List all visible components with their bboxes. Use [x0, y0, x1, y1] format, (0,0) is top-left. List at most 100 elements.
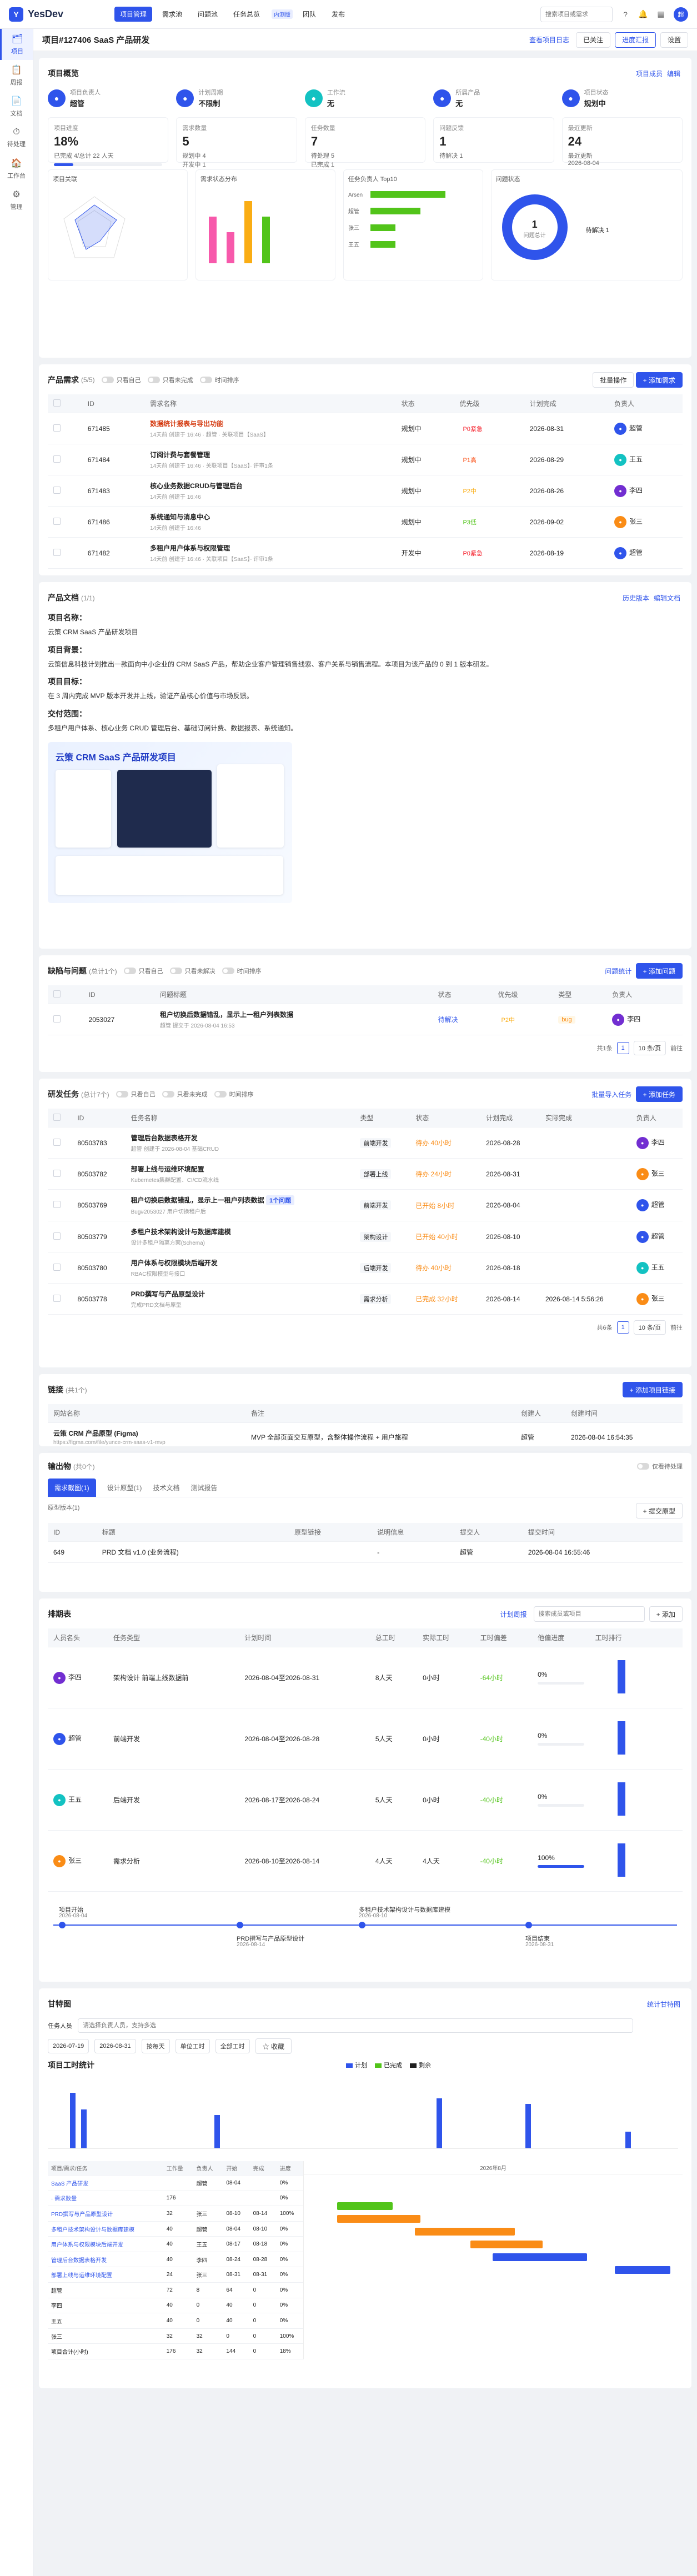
task-name-link[interactable]: 租户切换后数据错乱，显示上一租户列表数据 1个问题	[131, 1195, 349, 1205]
top-nav-item[interactable]: 问题池	[192, 7, 223, 22]
row-owner[interactable]: 张三	[629, 518, 643, 525]
sch-name[interactable]: 王五	[68, 1796, 82, 1803]
table-row[interactable]: 80503783 管理后台数据表格开发 超管 创建于 2026-08-04 基础CR…	[48, 1127, 683, 1159]
table-row[interactable]: 671486 系统通知与消息中心 14天前 创建于 16:46 规划中 P3低 2026-…	[48, 506, 683, 538]
priority-tag[interactable]: P2中	[498, 1015, 518, 1025]
deliver-tab[interactable]: 技术文档	[153, 1479, 179, 1497]
top-nav-item[interactable]: 团队	[297, 7, 322, 22]
progress-button[interactable]: 进度汇报	[614, 32, 656, 48]
row-checkbox[interactable]	[53, 517, 61, 525]
project-log-button[interactable]: 查看项目日志	[526, 32, 571, 48]
row-status[interactable]: 待解决	[432, 1004, 493, 1035]
milestone-node[interactable]	[525, 1922, 532, 1928]
filter-toggle[interactable]: 只看未解决	[169, 966, 215, 975]
row-status[interactable]: 规划中	[395, 413, 454, 444]
requirement-name-link[interactable]: 系统通知与消息中心	[150, 512, 390, 522]
gantt-stats-button[interactable]: 统计甘特图	[644, 1996, 683, 2012]
issue-stats-button[interactable]: 问题统计	[603, 963, 634, 979]
top-nav-item[interactable]: 发布	[326, 7, 350, 22]
row-status[interactable]: 开发中	[395, 537, 454, 569]
row-owner[interactable]: 王五	[651, 1264, 665, 1271]
row-checkbox[interactable]	[53, 424, 61, 432]
filter-toggle[interactable]: 只看未完成	[162, 1090, 208, 1099]
deliver-tab[interactable]: 需求截图(1)	[48, 1479, 96, 1497]
requirement-name-link[interactable]: 核心业务数据CRUD与管理后台	[150, 481, 390, 490]
requirement-name-link[interactable]: 订阅计费与套餐管理	[150, 450, 390, 459]
row-checkbox[interactable]	[53, 486, 61, 494]
row-status[interactable]: 已开始 40小时	[410, 1221, 481, 1252]
req-batch-button[interactable]: 批量操作	[593, 372, 634, 388]
task-name-link[interactable]: 部署上线与运维环境配置	[131, 1164, 349, 1174]
tasks-pager-size[interactable]: 10 条/页	[633, 1320, 666, 1335]
gantt-bar[interactable]	[615, 2266, 670, 2274]
edit-overview-button[interactable]: 编辑	[664, 66, 683, 81]
row-owner[interactable]: 王五	[629, 455, 643, 463]
milestone-node[interactable]	[59, 1922, 66, 1928]
gantt-bar[interactable]	[493, 2253, 587, 2261]
filter-toggle[interactable]: 只看自己	[116, 1090, 156, 1099]
row-status[interactable]: 已开始 8小时	[410, 1189, 481, 1221]
filter-toggle[interactable]: 时间排序	[199, 375, 239, 384]
row-status[interactable]: 规划中	[395, 475, 454, 507]
link-url[interactable]: https://figma.com/file/yunce-crm-saas-v1…	[53, 1440, 240, 1446]
issue-name-link[interactable]: 租户切换后数据错乱，显示上一租户列表数据	[160, 1010, 427, 1019]
tasks-pager-page[interactable]: 1	[616, 1321, 629, 1334]
task-name-link[interactable]: 用户体系与权限模块后端开发	[131, 1258, 349, 1267]
filter-toggle[interactable]: 只看未完成	[147, 375, 193, 384]
filter-toggle[interactable]: 只看自己	[101, 375, 141, 384]
priority-tag[interactable]: P0紧急	[459, 548, 485, 558]
logo[interactable]: Y YesDev	[9, 7, 114, 22]
sch-name[interactable]: 张三	[68, 1857, 82, 1865]
milestone-node[interactable]	[359, 1922, 365, 1928]
gantt-favorite-button[interactable]: ☆ 收藏	[255, 2038, 292, 2054]
sidebar-item[interactable]: 📄 文档	[0, 91, 33, 122]
gantt-row[interactable]: 用户体系与权限模块后端开发 40 王五 08-17 08-18 0%	[48, 2236, 303, 2252]
legend-item[interactable]: 计划	[346, 2061, 367, 2069]
import-tasks-button[interactable]: 批量导入任务	[589, 1086, 634, 1102]
table-row[interactable]: ● 超管 前端开发 2026-08-04至2026-08-28 5人天 0小时 -40小时 0…	[48, 1708, 683, 1770]
gantt-task-name[interactable]: SaaS 产品研发	[48, 2175, 163, 2191]
pager-page[interactable]: 1	[616, 1042, 629, 1054]
task-name-link[interactable]: 多租户技术架构设计与数据库建模	[131, 1227, 349, 1236]
bell-icon[interactable]: 🔔	[638, 9, 648, 19]
priority-tag[interactable]: P1高	[459, 455, 479, 465]
table-row[interactable]: 671483 核心业务数据CRUD与管理后台 14天前 创建于 16:46 规划中 P2…	[48, 475, 683, 507]
add-link-button[interactable]: + 添加项目链接	[622, 1382, 683, 1397]
top-nav-item[interactable]: 任务总览	[228, 7, 265, 22]
sidebar-item[interactable]: 📋 周报	[0, 60, 33, 91]
sidebar-item[interactable]: ⚙ 管理	[0, 184, 33, 215]
requirement-name-link[interactable]: 多租户用户体系与权限管理	[150, 543, 390, 553]
select-all-checkbox[interactable]	[53, 1113, 61, 1121]
row-status[interactable]: 待办 40小时	[410, 1252, 481, 1284]
row-status[interactable]: 规划中	[395, 444, 454, 475]
legend-item[interactable]: 剩余	[410, 2061, 431, 2069]
sidebar-item[interactable]: 🏠 工作台	[0, 153, 33, 184]
table-row[interactable]: ● 李四 架构设计 前端上线数据前 2026-08-04至2026-08-31 8人天 0…	[48, 1647, 683, 1708]
gantt-row[interactable]: 管理后台数据表格开发 40 李四 08-24 08-28 0%	[48, 2252, 303, 2268]
row-owner[interactable]: 超管	[629, 549, 643, 557]
row-owner[interactable]: 李四	[627, 1015, 640, 1023]
user-avatar[interactable]: 超	[674, 7, 688, 22]
table-row[interactable]: 649 PRD 文档 v1.0 (业务流程) - 超管 2026-08-04 16:55…	[48, 1541, 683, 1563]
deliver-tab[interactable]: 测试报告	[190, 1479, 217, 1497]
gantt-plan-select[interactable]: 全部工时	[215, 2039, 250, 2053]
help-icon[interactable]: ?	[620, 9, 630, 19]
row-checkbox[interactable]	[53, 1201, 61, 1208]
filter-toggle[interactable]: 时间排序	[222, 966, 262, 975]
row-checkbox[interactable]	[53, 1263, 61, 1271]
deliver-link[interactable]	[289, 1541, 372, 1563]
gantt-bar[interactable]	[415, 2228, 515, 2236]
deliver-tab[interactable]: 设计原型(1)	[107, 1479, 142, 1497]
add-requirement-button[interactable]: + 添加需求	[635, 372, 683, 388]
gantt-end-date[interactable]: 2026-08-31	[94, 2039, 136, 2053]
gantt-row[interactable]: SaaS 产品研发 超管 08-04 0%	[48, 2175, 303, 2191]
row-checkbox[interactable]	[53, 455, 61, 463]
gantt-task-name[interactable]: 用户体系与权限模块后端开发	[48, 2236, 163, 2252]
row-status[interactable]: 已完成 32小时	[410, 1283, 481, 1315]
table-row[interactable]: 80503779 多租户技术架构设计与数据库建模 设计多租户隔离方案(Schema)…	[48, 1221, 683, 1252]
sch-name[interactable]: 超管	[68, 1735, 82, 1742]
submit-prototype-button[interactable]: + 提交原型	[635, 1503, 683, 1518]
add-issue-button[interactable]: + 添加问题	[635, 963, 683, 979]
requirement-name-link[interactable]: 数据统计报表与导出功能	[150, 419, 390, 428]
gantt-task-name[interactable]: · 需求数量	[48, 2191, 163, 2207]
